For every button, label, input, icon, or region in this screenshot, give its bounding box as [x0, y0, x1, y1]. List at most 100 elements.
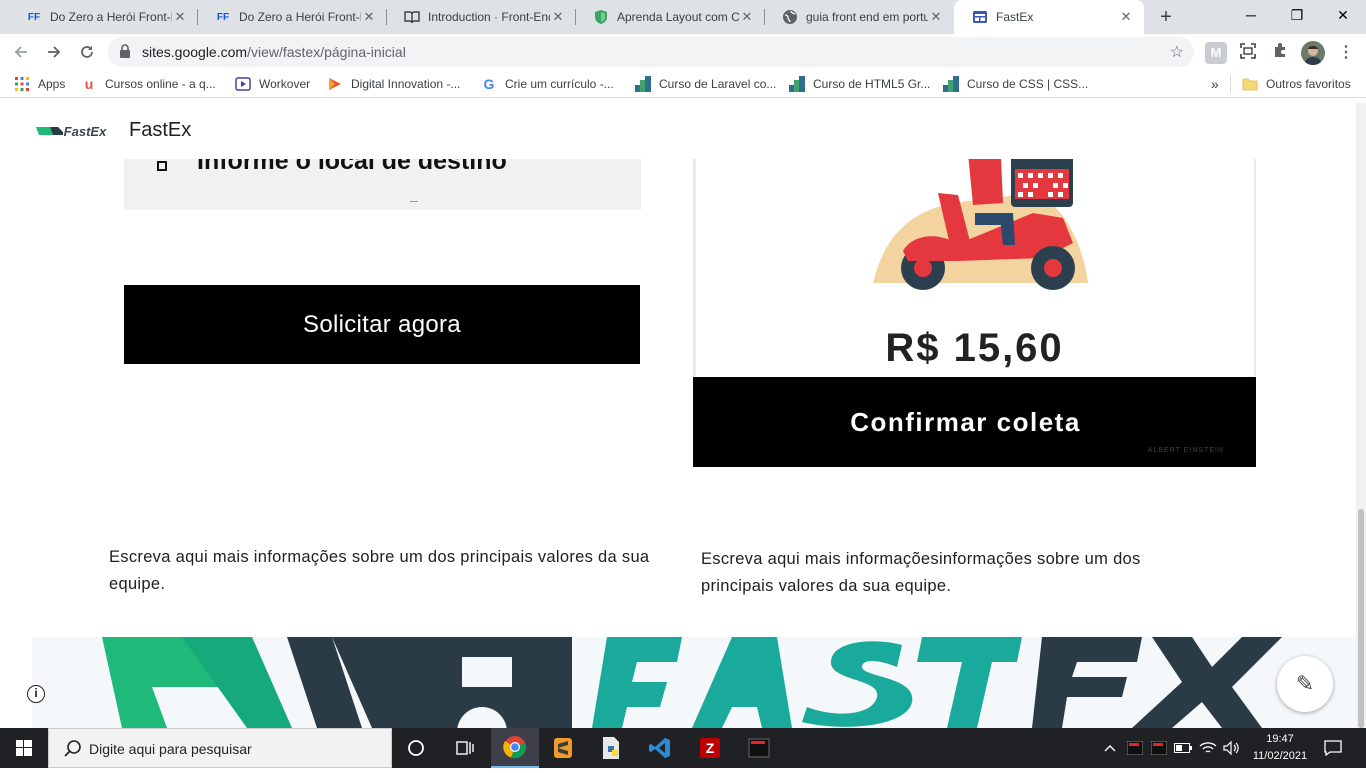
course-stairs-icon	[635, 76, 651, 92]
bookmark-other-favorites[interactable]: Outros favoritos	[1242, 75, 1351, 93]
bookmark-label: Cursos online - a q...	[105, 77, 216, 91]
site-header: FastEx FastEx	[0, 103, 1356, 159]
course-stairs-icon	[943, 76, 959, 92]
page-scrollbar-thumb[interactable]	[1358, 509, 1364, 728]
clock-date: 11/02/2021	[1252, 750, 1308, 762]
request-now-button[interactable]: Solicitar agora	[124, 285, 640, 364]
windows-logo-icon	[16, 740, 32, 756]
wifi-icon[interactable]	[1196, 728, 1220, 768]
bookmark-label: Curso de HTML5 Gr...	[813, 77, 931, 91]
confirm-pickup-banner[interactable]: Confirmar coleta ALBERT EINSTEIN	[693, 377, 1256, 467]
udemy-icon: u	[84, 76, 94, 92]
taskbar-search[interactable]: Digite aqui para pesquisar	[48, 728, 392, 768]
bookmark-html5[interactable]: Curso de HTML5 Gr...	[789, 75, 930, 93]
tab-close-icon[interactable]: ✕	[172, 9, 188, 25]
tray-overflow-chevron-icon[interactable]	[1100, 728, 1120, 768]
sites-icon	[972, 9, 988, 25]
tab-guia-front-end[interactable]: guia front end em portu ✕	[764, 0, 954, 34]
bookmarks-overflow-button[interactable]: »	[1211, 75, 1219, 93]
forward-arrow-icon[interactable]	[40, 38, 68, 66]
bookmarks-bar: Apps u Cursos online - a q... Workover D…	[0, 70, 1366, 98]
tab-close-icon[interactable]: ✕	[550, 9, 566, 25]
task-view-icon[interactable]	[440, 728, 488, 768]
edit-pencil-button[interactable]: ✎	[1277, 656, 1333, 712]
tab-close-icon[interactable]: ✕	[1118, 9, 1134, 25]
new-tab-button[interactable]: +	[1155, 6, 1177, 28]
info-text-right: Escreva aqui mais informaçõesinformações…	[701, 550, 1141, 595]
shield-icon	[593, 9, 609, 25]
tab-do-zero-1[interactable]: FF Do Zero a Herói Front-E ✕	[8, 0, 198, 34]
bookmark-star-icon[interactable]: ☆	[1170, 42, 1184, 62]
bookmark-css[interactable]: Curso de CSS | CSS...	[943, 75, 1088, 93]
menu-dots-icon[interactable]: ⋮	[1335, 42, 1357, 64]
ff-favicon-icon: FF	[27, 11, 41, 23]
truck-logo-icon	[35, 127, 63, 135]
address-bar[interactable]: sites.google.com/view/fastex/página-inic…	[108, 37, 1194, 67]
profile-avatar[interactable]	[1301, 41, 1325, 65]
volume-icon[interactable]	[1220, 728, 1244, 768]
site-title[interactable]: FastEx	[129, 119, 191, 142]
tab-introduction[interactable]: Introduction · Front-End ✕	[386, 0, 576, 34]
tab-close-icon[interactable]: ✕	[739, 9, 755, 25]
taskbar-clock[interactable]: 19:47 11/02/2021	[1250, 731, 1310, 765]
bookmark-apps[interactable]: Apps	[14, 75, 65, 93]
tab-title: Introduction · Front-End	[428, 10, 550, 24]
tray-app-icon[interactable]	[1148, 728, 1170, 768]
extensions-puzzle-icon[interactable]	[1269, 42, 1291, 64]
bookmark-laravel[interactable]: Curso de Laravel co...	[635, 75, 776, 93]
svg-text:Z: Z	[706, 740, 715, 756]
tab-fastex[interactable]: FastEx ✕	[954, 0, 1144, 34]
back-arrow-icon[interactable]	[7, 38, 35, 66]
maximize-button[interactable]: ❐	[1274, 0, 1320, 32]
sublime-icon[interactable]	[539, 728, 587, 768]
tab-close-icon[interactable]: ✕	[361, 9, 377, 25]
tab-title: Aprenda Layout com CSS	[617, 10, 739, 24]
terminal-app-icon[interactable]	[735, 728, 783, 768]
tab-close-icon[interactable]: ✕	[928, 9, 944, 25]
bookmark-label: Crie um currículo -...	[505, 77, 614, 91]
confirm-pickup-label: Confirmar coleta	[850, 407, 1081, 437]
windows-start-button[interactable]	[0, 728, 48, 768]
logo-text: FastEx	[63, 123, 107, 139]
bookmark-workover[interactable]: Workover	[235, 75, 310, 93]
tab-title: guia front end em portu	[806, 10, 928, 24]
filezilla-icon[interactable]: Z	[686, 728, 734, 768]
tray-app-icon[interactable]	[1124, 728, 1146, 768]
notifications-icon[interactable]	[1318, 728, 1348, 768]
info-icon[interactable]: i	[27, 685, 45, 703]
bookmark-label: Outros favoritos	[1266, 77, 1351, 91]
globe-icon	[782, 9, 798, 25]
clock-time: 19:47	[1266, 733, 1294, 745]
site-logo[interactable]: FastEx	[30, 111, 112, 151]
battery-icon[interactable]	[1172, 728, 1194, 768]
reload-icon[interactable]	[73, 38, 101, 66]
folder-icon	[1242, 76, 1258, 92]
minimize-button[interactable]: ─	[1228, 0, 1274, 32]
close-window-button[interactable]: ✕	[1320, 0, 1366, 32]
python-file-icon[interactable]	[587, 728, 635, 768]
tab-title: Do Zero a Herói Front-E	[239, 10, 361, 24]
ff-favicon-icon: FF	[216, 11, 230, 23]
screenshot-icon[interactable]	[1237, 42, 1259, 64]
lock-icon	[120, 44, 130, 58]
play-box-icon	[235, 76, 251, 92]
bookmark-label: Curso de CSS | CSS...	[967, 77, 1089, 91]
card-divider	[410, 201, 418, 202]
bookmark-cursos-online[interactable]: u Cursos online - a q...	[81, 75, 216, 93]
course-stairs-icon	[789, 76, 805, 92]
search-icon	[64, 740, 81, 757]
bookmarks-divider	[1230, 75, 1231, 93]
extension-m-icon[interactable]: M	[1205, 42, 1227, 64]
browser-toolbar: sites.google.com/view/fastex/página-inic…	[0, 34, 1366, 70]
bookmark-label: Workover	[259, 77, 311, 91]
bookmark-digital-innovation[interactable]: Digital Innovation -...	[327, 75, 460, 93]
tab-do-zero-2[interactable]: FF Do Zero a Herói Front-E ✕	[197, 0, 387, 34]
vscode-icon[interactable]	[636, 728, 684, 768]
chrome-taskbar-icon[interactable]	[491, 728, 539, 768]
apps-grid-icon	[14, 76, 30, 92]
page-viewport: Informe o local de destino Solicitar ago…	[0, 103, 1366, 728]
cortana-icon[interactable]	[392, 728, 440, 768]
tab-aprenda-layout[interactable]: Aprenda Layout com CSS ✕	[575, 0, 765, 34]
bookmark-label: Curso de Laravel co...	[659, 77, 777, 91]
bookmark-curriculo[interactable]: G Crie um currículo -...	[481, 75, 614, 93]
